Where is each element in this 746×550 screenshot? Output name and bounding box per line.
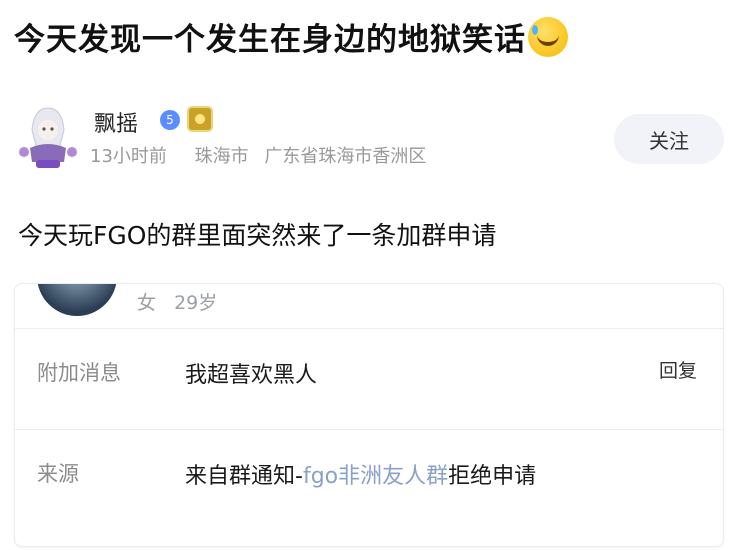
vip-badge: 5 — [160, 110, 180, 130]
level-badge-icon — [187, 106, 213, 132]
post-body: 今天玩FGO的群里面突然来了一条加群申请 — [18, 221, 497, 250]
user-name[interactable]: 飘摇 — [94, 106, 138, 138]
author-row: 飘摇 5 13小时前 珠海市 广东省珠海市香洲区 关注 — [4, 100, 734, 180]
message-label: 附加消息 — [37, 361, 121, 385]
applicant-age: 29岁 — [174, 292, 218, 314]
applicant-gender: 女 — [137, 292, 157, 314]
source-row: 来源 来自群通知-fgo非洲友人群拒绝申请 — [15, 429, 723, 514]
source-label: 来源 — [37, 462, 79, 486]
join-request-card: 女 29岁 附加消息 我超喜欢黑人 回复 来源 来自群通知-fgo非洲友人群拒绝… — [14, 283, 724, 547]
reply-button[interactable]: 回复 — [653, 355, 703, 384]
post-city: 珠海市 — [194, 146, 249, 167]
source-value: 来自群通知-fgo非洲友人群拒绝申请 — [185, 458, 536, 490]
post-title-row: 今天发现一个发生在身边的地狱笑话 — [14, 14, 568, 59]
source-prefix: 来自群通知- — [185, 464, 303, 489]
source-status: 拒绝申请 — [448, 464, 537, 489]
laugh-cry-icon — [528, 16, 568, 57]
post-time: 13小时前 — [90, 146, 167, 167]
applicant-avatar — [37, 284, 117, 316]
source-group-link[interactable]: fgo非洲友人群 — [303, 464, 448, 489]
avatar[interactable] — [12, 100, 84, 172]
message-value: 我超喜欢黑人 — [185, 363, 318, 388]
post-title: 今天发现一个发生在身边的地狱笑话 — [14, 22, 526, 58]
post-meta: 13小时前 珠海市 广东省珠海市香洲区 — [90, 142, 426, 168]
post-location: 广东省珠海市香洲区 — [264, 146, 427, 167]
follow-button[interactable]: 关注 — [614, 114, 724, 164]
message-row: 附加消息 我超喜欢黑人 回复 — [15, 328, 723, 413]
applicant-info: 女 29岁 — [137, 288, 217, 315]
